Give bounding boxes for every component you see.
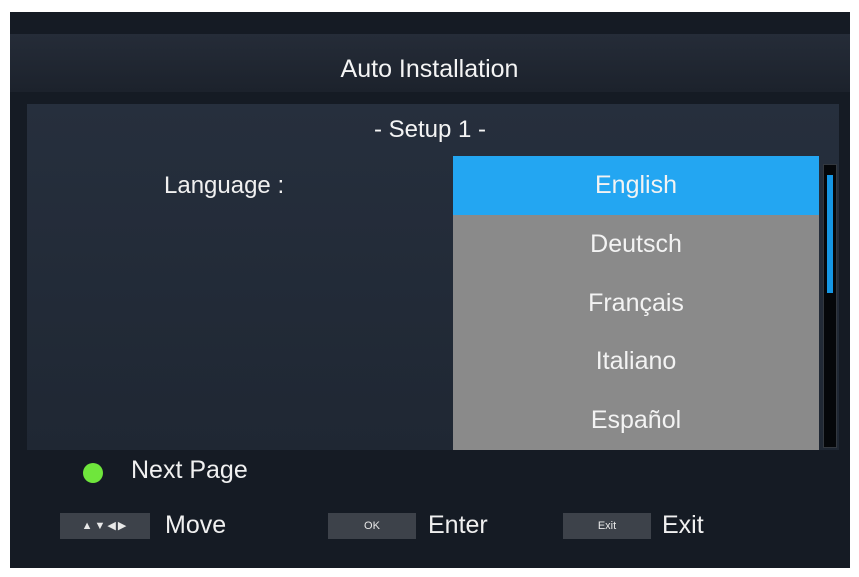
language-option-italiano[interactable]: Italiano bbox=[453, 332, 819, 391]
language-option-espanol[interactable]: Español bbox=[453, 391, 819, 450]
exit-label: Exit bbox=[662, 511, 704, 539]
page-title: Auto Installation bbox=[340, 55, 519, 83]
exit-key: Exit bbox=[563, 513, 651, 539]
setup-step-label: - Setup 1 - bbox=[373, 116, 487, 143]
language-option-english[interactable]: English bbox=[453, 156, 819, 215]
language-label: Language : bbox=[164, 172, 285, 199]
language-option-deutsch[interactable]: Deutsch bbox=[453, 215, 819, 274]
move-arrows-key: ▲▼◀▶ bbox=[60, 513, 150, 539]
green-dot-icon bbox=[83, 463, 103, 483]
language-option-francais[interactable]: Français bbox=[453, 274, 819, 333]
move-label: Move bbox=[165, 511, 227, 539]
scrollbar[interactable] bbox=[823, 164, 837, 448]
language-dropdown-list[interactable]: English Deutsch Français Italiano Españo… bbox=[453, 156, 819, 450]
scroll-thumb[interactable] bbox=[827, 175, 833, 293]
ok-key: OK bbox=[328, 513, 416, 539]
next-page-label: Next Page bbox=[131, 456, 248, 484]
enter-label: Enter bbox=[428, 511, 488, 539]
